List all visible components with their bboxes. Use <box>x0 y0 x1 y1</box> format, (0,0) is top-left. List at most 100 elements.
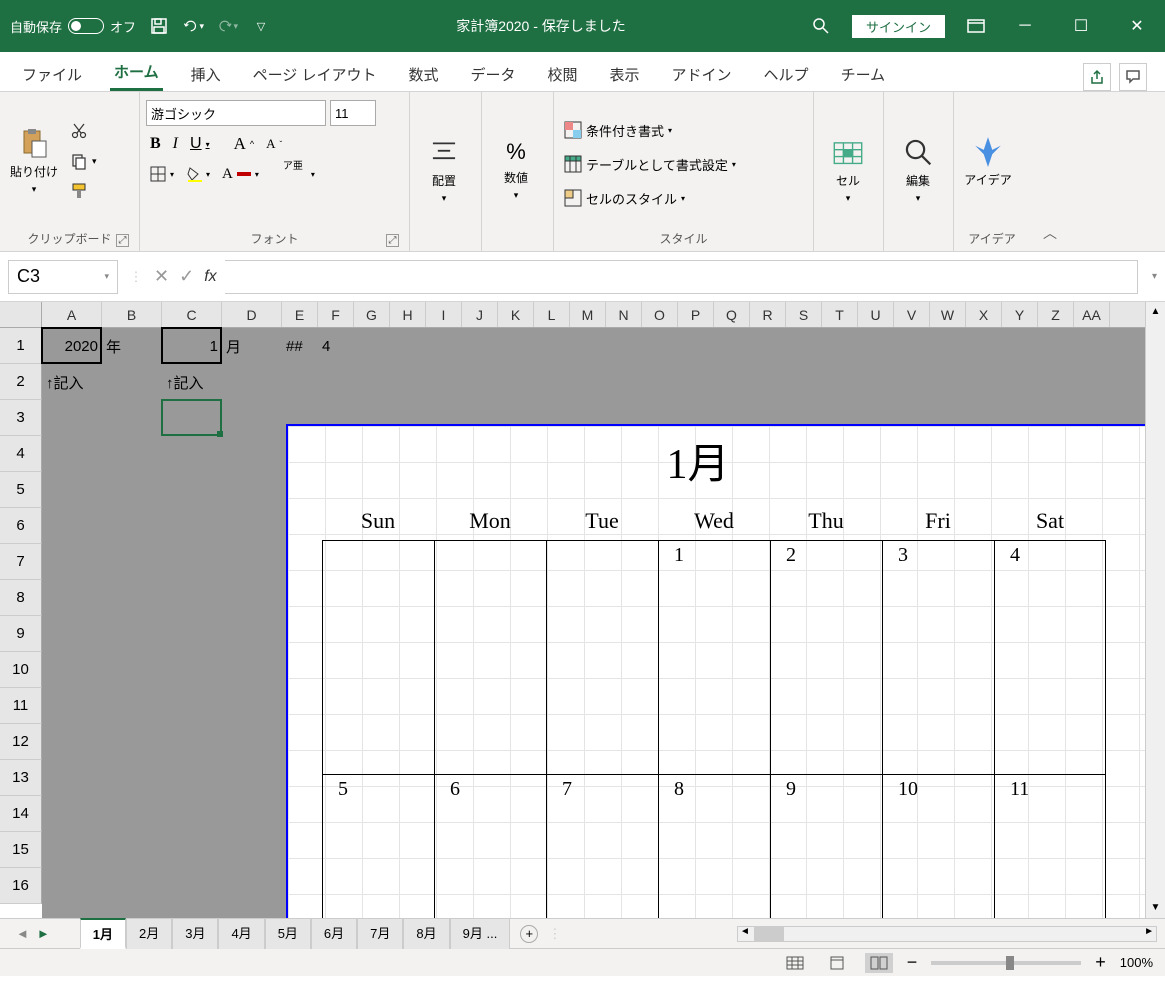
copy-button[interactable]: ▾ <box>66 149 101 173</box>
enter-formula-icon[interactable]: ✓ <box>179 266 194 287</box>
redo-icon[interactable]: ▾ <box>216 15 238 37</box>
row-header[interactable]: 2 <box>0 364 42 400</box>
minimize-button[interactable]: ─ <box>1007 8 1043 44</box>
undo-icon[interactable]: ▾ <box>182 15 204 37</box>
tab-review[interactable]: 校閲 <box>544 56 582 91</box>
tab-team[interactable]: チーム <box>837 56 890 91</box>
share-icon[interactable] <box>1083 63 1111 91</box>
borders-button[interactable]: ▾ <box>146 162 178 186</box>
sheet-tab[interactable]: 9月 ... <box>450 918 511 949</box>
row-header[interactable]: 10 <box>0 652 42 688</box>
col-header[interactable]: U <box>858 302 894 327</box>
sheet-tab[interactable]: 6月 <box>311 918 357 949</box>
alignment-button[interactable]: 配置▾ <box>416 96 472 243</box>
col-header[interactable]: M <box>570 302 606 327</box>
col-header[interactable]: I <box>426 302 462 327</box>
col-header[interactable]: V <box>894 302 930 327</box>
row-header[interactable]: 3 <box>0 400 42 436</box>
clipboard-launcher[interactable]: ⤢ <box>116 234 129 247</box>
tab-file[interactable]: ファイル <box>18 56 86 91</box>
tab-view[interactable]: 表示 <box>606 56 644 91</box>
conditional-format-button[interactable]: 条件付き書式 ▾ <box>560 118 740 142</box>
col-header[interactable]: T <box>822 302 858 327</box>
font-size-select[interactable] <box>330 100 376 126</box>
row-header[interactable]: 11 <box>0 688 42 724</box>
row-header[interactable]: 4 <box>0 436 42 472</box>
select-all-corner[interactable] <box>0 302 42 327</box>
normal-view-button[interactable] <box>781 953 809 973</box>
col-header[interactable]: P <box>678 302 714 327</box>
cell[interactable]: 月 <box>222 328 282 364</box>
col-header[interactable]: E <box>282 302 318 327</box>
search-icon[interactable] <box>810 15 832 37</box>
row-header[interactable]: 15 <box>0 832 42 868</box>
cell[interactable]: ## <box>282 328 318 364</box>
horizontal-scrollbar[interactable]: ◄ ► <box>737 926 1157 942</box>
number-format-button[interactable]: % 数値▾ <box>488 96 544 243</box>
row-header[interactable]: 9 <box>0 616 42 652</box>
decrease-font-button[interactable]: Aˇ <box>262 132 286 156</box>
col-header[interactable]: F <box>318 302 354 327</box>
autosave-toggle[interactable]: 自動保存 オフ <box>10 17 136 36</box>
col-header[interactable]: C <box>162 302 222 327</box>
cells-button[interactable]: セル▾ <box>820 96 876 243</box>
row-header[interactable]: 5 <box>0 472 42 508</box>
cell[interactable]: 年 <box>102 328 162 364</box>
zoom-level[interactable]: 100% <box>1120 955 1153 970</box>
sheet-tab[interactable]: 8月 <box>403 918 449 949</box>
page-layout-view-button[interactable] <box>823 953 851 973</box>
formula-input[interactable] <box>225 260 1138 294</box>
col-header[interactable]: R <box>750 302 786 327</box>
col-header[interactable]: Q <box>714 302 750 327</box>
row-header[interactable]: 1 <box>0 328 42 364</box>
paste-button[interactable]: 貼り付け▾ <box>6 96 62 226</box>
comments-icon[interactable] <box>1119 63 1147 91</box>
col-header[interactable]: G <box>354 302 390 327</box>
fill-color-button[interactable]: ▾ <box>182 162 214 186</box>
maximize-button[interactable]: ☐ <box>1063 8 1099 44</box>
sheet-tab[interactable]: 7月 <box>357 918 403 949</box>
sheet-nav-prev-icon[interactable]: ◄ <box>16 926 29 941</box>
col-header[interactable]: N <box>606 302 642 327</box>
vertical-scrollbar[interactable]: ▲ ▼ <box>1145 302 1165 918</box>
col-header[interactable]: O <box>642 302 678 327</box>
tab-help[interactable]: ヘルプ <box>760 56 813 91</box>
cell[interactable]: ↑記入 <box>42 364 102 400</box>
phonetic-button[interactable]: ア亜 <box>279 162 307 186</box>
fx-icon[interactable]: fx <box>204 268 216 286</box>
bold-button[interactable]: B <box>146 132 165 156</box>
col-header[interactable]: Y <box>1002 302 1038 327</box>
col-header[interactable]: K <box>498 302 534 327</box>
editing-button[interactable]: 編集▾ <box>890 96 946 243</box>
close-button[interactable]: ✕ <box>1119 8 1155 44</box>
sheet-tab[interactable]: 1月 <box>80 918 126 949</box>
collapse-ribbon-icon[interactable]: ︿ <box>1043 223 1057 243</box>
sheet-tab[interactable]: 3月 <box>172 918 218 949</box>
col-header[interactable]: B <box>102 302 162 327</box>
sheet-tab[interactable]: 4月 <box>218 918 264 949</box>
signin-button[interactable]: サインイン <box>852 15 945 38</box>
tab-formulas[interactable]: 数式 <box>404 56 442 91</box>
tab-data[interactable]: データ <box>466 56 519 91</box>
row-header[interactable]: 13 <box>0 760 42 796</box>
ideas-button[interactable]: アイデア <box>960 96 1016 226</box>
cell-styles-button[interactable]: セルのスタイル ▾ <box>560 186 740 210</box>
row-header[interactable]: 12 <box>0 724 42 760</box>
quickaccess-customize-icon[interactable]: ▽ <box>250 15 272 37</box>
row-header[interactable]: 16 <box>0 868 42 904</box>
col-header[interactable]: S <box>786 302 822 327</box>
increase-font-button[interactable]: A^ <box>230 132 259 156</box>
new-sheet-button[interactable]: + <box>520 925 538 943</box>
col-header[interactable]: D <box>222 302 282 327</box>
col-header[interactable]: A <box>42 302 102 327</box>
tab-addins[interactable]: アドイン <box>668 56 736 91</box>
col-header[interactable]: J <box>462 302 498 327</box>
format-as-table-button[interactable]: テーブルとして書式設定 ▾ <box>560 152 740 176</box>
col-header[interactable]: X <box>966 302 1002 327</box>
zoom-out-button[interactable]: − <box>907 952 918 973</box>
row-header[interactable]: 14 <box>0 796 42 832</box>
cancel-formula-icon[interactable]: ✕ <box>154 266 169 287</box>
tab-home[interactable]: ホーム <box>110 53 163 91</box>
italic-button[interactable]: I <box>169 132 182 156</box>
row-header[interactable]: 7 <box>0 544 42 580</box>
